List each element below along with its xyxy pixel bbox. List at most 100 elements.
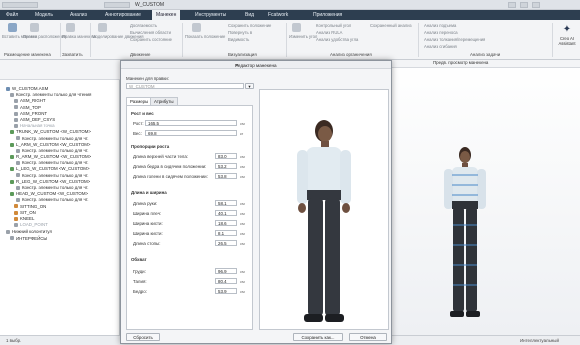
manikin-right-shoe bbox=[325, 314, 344, 322]
save-as-button[interactable]: Сохранить как... bbox=[293, 333, 343, 341]
tree-label: ASM_RIGHT bbox=[20, 98, 46, 104]
tab-manikin[interactable]: Манекен bbox=[152, 10, 181, 20]
tab-model[interactable]: Модель bbox=[35, 12, 53, 18]
folder-icon bbox=[10, 93, 14, 98]
folder-icon bbox=[16, 148, 20, 153]
minimize-button[interactable] bbox=[508, 2, 516, 8]
section-length-width: Длина и ширина bbox=[131, 190, 167, 195]
manikin-select-field[interactable]: W_CUSTOM bbox=[126, 83, 244, 89]
hip-label: Бедро: bbox=[133, 289, 147, 294]
tree-label: L_ARM_W_CUSTOM <W_CUSTOM> bbox=[16, 141, 91, 147]
tab-view[interactable]: Вид bbox=[245, 12, 254, 18]
foot-length-input[interactable]: 26.5 bbox=[215, 240, 237, 246]
manikin-left-shoe bbox=[450, 311, 464, 317]
hand-length-input[interactable]: 18.6 bbox=[215, 220, 237, 226]
thigh-unit: см bbox=[240, 164, 245, 169]
tree-toolbar bbox=[0, 60, 120, 80]
tab-file[interactable]: Файл bbox=[6, 12, 18, 18]
browse-button[interactable]: ▾ bbox=[245, 83, 254, 89]
part-icon bbox=[10, 192, 14, 197]
tree-label: HEAD_W_CUSTOM <W_CUSTOM> bbox=[16, 191, 89, 197]
push-analysis-button[interactable]: Анализ толкания/перемещения bbox=[424, 37, 485, 42]
tab-fcatwork[interactable]: Fcatwork bbox=[268, 12, 288, 18]
tree-label: Констр. элементы только для чтения bbox=[16, 92, 92, 98]
waist-input[interactable]: 80.4 bbox=[215, 278, 237, 284]
rotate-to-button[interactable]: Повернуть в bbox=[228, 30, 252, 35]
part-icon bbox=[10, 130, 14, 135]
insert-manikin-icon[interactable] bbox=[8, 23, 17, 32]
carry-analysis-button[interactable]: Анализ переноса bbox=[424, 30, 458, 35]
weight-input[interactable]: 69.8 bbox=[145, 130, 237, 136]
ribbon: Вставить манекен Правка расположения Раз… bbox=[0, 20, 580, 60]
group-task-analysis: Анализ задачи bbox=[470, 52, 501, 57]
manikin-neck bbox=[321, 141, 329, 148]
save-position-button[interactable]: Сохранить положение bbox=[228, 23, 271, 28]
rula-button[interactable]: Анализ RULA bbox=[316, 30, 342, 35]
ai-assistant-label: Creo AI Assistant bbox=[558, 36, 576, 46]
change-angle-label: Изменить угол bbox=[289, 34, 318, 39]
folder-icon bbox=[16, 136, 20, 141]
tree-label: ASM_TOP bbox=[20, 104, 41, 110]
weight-label: Вес: bbox=[133, 131, 142, 136]
waist-unit: см bbox=[240, 279, 245, 284]
edit-manikin-icon[interactable] bbox=[66, 23, 75, 32]
shoulder-width-input[interactable]: 40.1 bbox=[215, 210, 237, 216]
arm-length-input[interactable]: 58.1 bbox=[215, 200, 237, 206]
tab-attributes[interactable]: Атрибуты bbox=[150, 97, 178, 105]
window-tab[interactable] bbox=[104, 2, 130, 8]
edit-placement-icon[interactable] bbox=[30, 23, 39, 32]
height-unit: см bbox=[240, 121, 245, 126]
hip-input[interactable]: 53.9 bbox=[215, 288, 237, 294]
upper-body-input[interactable]: 83.0 bbox=[215, 153, 237, 159]
height-input[interactable]: 165.5 bbox=[145, 120, 237, 126]
tab-analysis[interactable]: Анализ bbox=[70, 12, 87, 18]
compute-area-button[interactable]: Вычисления области bbox=[130, 30, 171, 35]
manikin-right-hand bbox=[342, 203, 350, 213]
change-angle-icon[interactable] bbox=[292, 23, 301, 32]
tab-annotate[interactable]: Аннотирование bbox=[105, 12, 141, 18]
manikin-left-leg bbox=[453, 207, 464, 312]
cancel-button[interactable]: Отмена bbox=[349, 333, 387, 341]
tree-item[interactable]: LOAD_POINT bbox=[2, 222, 120, 228]
posture-icon bbox=[14, 216, 18, 221]
hand-width-input[interactable]: 8.1 bbox=[215, 230, 237, 236]
weight-unit: кг bbox=[240, 131, 244, 136]
assembly-icon bbox=[6, 86, 10, 91]
tree-label: KNEEL bbox=[20, 215, 35, 221]
manikin-face bbox=[318, 126, 332, 142]
bend-analysis-button[interactable]: Анализ сгибания bbox=[424, 44, 457, 49]
window-title: W_CUSTOM bbox=[135, 2, 165, 8]
reach-button[interactable]: Досягаемость bbox=[130, 23, 157, 28]
ai-assistant-button[interactable]: ✦ Creo AI Assistant bbox=[556, 22, 578, 54]
show-position-icon[interactable] bbox=[192, 23, 201, 32]
thigh-input[interactable]: 53.2 bbox=[215, 163, 237, 169]
tree-label: L_LEG_W_CUSTOM <W_CUSTOM> bbox=[16, 166, 90, 172]
tree-item[interactable]: ИНТЕРФЕЙСЫ bbox=[2, 236, 120, 242]
control-angle-button[interactable]: Контрольный угол bbox=[316, 23, 351, 28]
maximize-button[interactable] bbox=[520, 2, 528, 8]
reset-button[interactable]: Сбросить bbox=[126, 333, 160, 341]
tree-label: Констр. элементы только для чт. bbox=[22, 147, 89, 153]
chest-input[interactable]: 96.9 bbox=[215, 268, 237, 274]
group-constraint-analysis: Анализ органичения bbox=[330, 52, 372, 57]
preview-manikin-figure bbox=[297, 120, 351, 322]
part-icon bbox=[10, 142, 14, 147]
tab-applications[interactable]: Приложения bbox=[313, 12, 342, 18]
tab-sizes[interactable]: Размеры bbox=[126, 97, 153, 105]
manikin-preview[interactable] bbox=[259, 89, 389, 330]
shoulder-width-unit: см bbox=[240, 211, 245, 216]
motion-simulation-icon[interactable] bbox=[98, 23, 107, 32]
tab-tools[interactable]: Инструменты bbox=[195, 12, 226, 18]
save-state-button[interactable]: Сохранить состояние bbox=[130, 37, 172, 42]
shin-input[interactable]: 53.8 bbox=[215, 173, 237, 179]
saved-analysis-button[interactable]: Сохраненный анализ bbox=[370, 23, 412, 28]
folder-icon bbox=[16, 173, 20, 178]
visibility-button[interactable]: Видимость bbox=[228, 37, 249, 42]
close-button[interactable] bbox=[532, 2, 540, 8]
tree-label: Констр. элементы только для чт. bbox=[22, 185, 89, 190]
lift-analysis-button[interactable]: Анализ подъема bbox=[424, 23, 456, 28]
quick-access-toolbar[interactable] bbox=[2, 2, 38, 8]
angle-comfort-button[interactable]: Анализ удобства угла bbox=[316, 37, 358, 42]
close-icon[interactable]: ✕ bbox=[235, 63, 388, 69]
filter-selector[interactable]: Интеллектуальный bbox=[520, 338, 559, 343]
